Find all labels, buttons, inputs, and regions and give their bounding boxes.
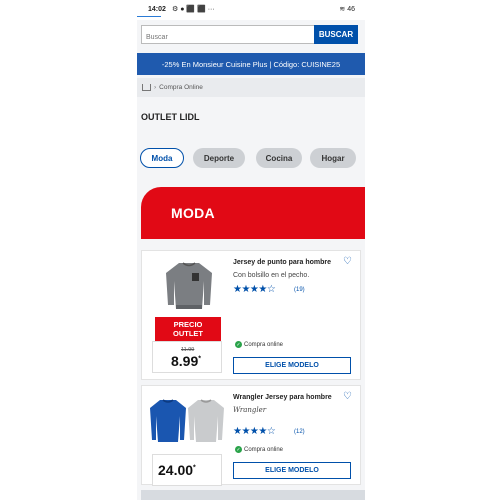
chevron-right-icon: › xyxy=(154,84,157,91)
product-name[interactable]: Jersey de punto para hombre xyxy=(233,259,331,266)
section-banner: MODA xyxy=(141,187,365,239)
rating-stars: ★★★★☆ xyxy=(233,284,276,295)
chip-cocina[interactable]: Cocina xyxy=(256,148,302,168)
breadcrumb-item[interactable]: Compra Online xyxy=(159,84,203,91)
next-product-image xyxy=(141,490,365,500)
page-title: OUTLET LIDL xyxy=(141,112,200,122)
wifi-icon: ≋ xyxy=(339,6,346,13)
price-box: 11.99 8.99* xyxy=(152,341,222,373)
check-icon: ✓ xyxy=(235,446,242,453)
heart-icon[interactable]: ♡ xyxy=(343,256,352,267)
section-title: MODA xyxy=(171,205,215,221)
heart-icon[interactable]: ♡ xyxy=(343,391,352,402)
status-time: 14:02 xyxy=(148,6,166,13)
product-description: Con bolsillo en el pecho. xyxy=(233,272,310,279)
app-screen: 14:02 ⚙ ● ⬛ ⬛ ··· ≋ 46 BUSCAR -25% En Mo… xyxy=(137,0,365,500)
promo-text: -25% En Monsieur Cuisine Plus | Código: … xyxy=(161,59,341,69)
system-icons: ≋ 46 xyxy=(339,5,355,13)
chip-moda[interactable]: Moda xyxy=(140,148,184,168)
chip-deporte[interactable]: Deporte xyxy=(193,148,245,168)
category-chips: Moda Deporte Cocina Hogar xyxy=(140,148,365,170)
promo-banner[interactable]: -25% En Monsieur Cuisine Plus | Código: … xyxy=(137,53,365,75)
outlet-badge-line2: OUTLET xyxy=(173,329,203,338)
outlet-price-badge: PRECIO OUTLET xyxy=(155,317,221,341)
availability-online: ✓ Compra online xyxy=(235,341,284,348)
availability-online: ✓ Compra online xyxy=(235,446,284,453)
home-icon[interactable] xyxy=(142,84,151,91)
brand-logo: Wrangler xyxy=(233,406,267,414)
product-card[interactable]: Jersey de punto para hombre Con bolsillo… xyxy=(141,250,361,380)
price: 24.00* xyxy=(158,462,196,478)
notification-underline xyxy=(137,16,161,17)
choose-model-button[interactable]: ELIGE MODELO xyxy=(233,462,351,479)
product-card[interactable]: Wrangler Jersey para hombre Wrangler ♡ ★… xyxy=(141,385,361,486)
status-bar: 14:02 ⚙ ● ⬛ ⬛ ··· ≋ 46 xyxy=(137,0,365,20)
choose-model-button[interactable]: ELIGE MODELO xyxy=(233,357,351,374)
price-box: 24.00* xyxy=(152,454,222,486)
search-field[interactable] xyxy=(141,25,315,46)
notification-icons: ⚙ ● ⬛ ⬛ ··· xyxy=(172,6,215,13)
rating-count[interactable]: (12) xyxy=(294,429,305,435)
outlet-badge-line1: PRECIO xyxy=(173,320,203,329)
chip-hogar[interactable]: Hogar xyxy=(310,148,356,168)
search-button[interactable]: BUSCAR xyxy=(314,25,358,44)
product-image-wrangler-jerseys[interactable] xyxy=(150,396,226,442)
search-input[interactable] xyxy=(142,29,314,46)
breadcrumb: › Compra Online xyxy=(137,78,365,97)
rating-stars: ★★★★☆ xyxy=(233,426,276,437)
product-name[interactable]: Wrangler Jersey para hombre xyxy=(233,394,332,401)
battery-level: 46 xyxy=(347,6,355,13)
product-image-grey-jersey[interactable] xyxy=(164,259,214,311)
price: 8.99* xyxy=(171,353,201,369)
rating-count[interactable]: (19) xyxy=(294,287,305,293)
check-icon: ✓ xyxy=(235,341,242,348)
